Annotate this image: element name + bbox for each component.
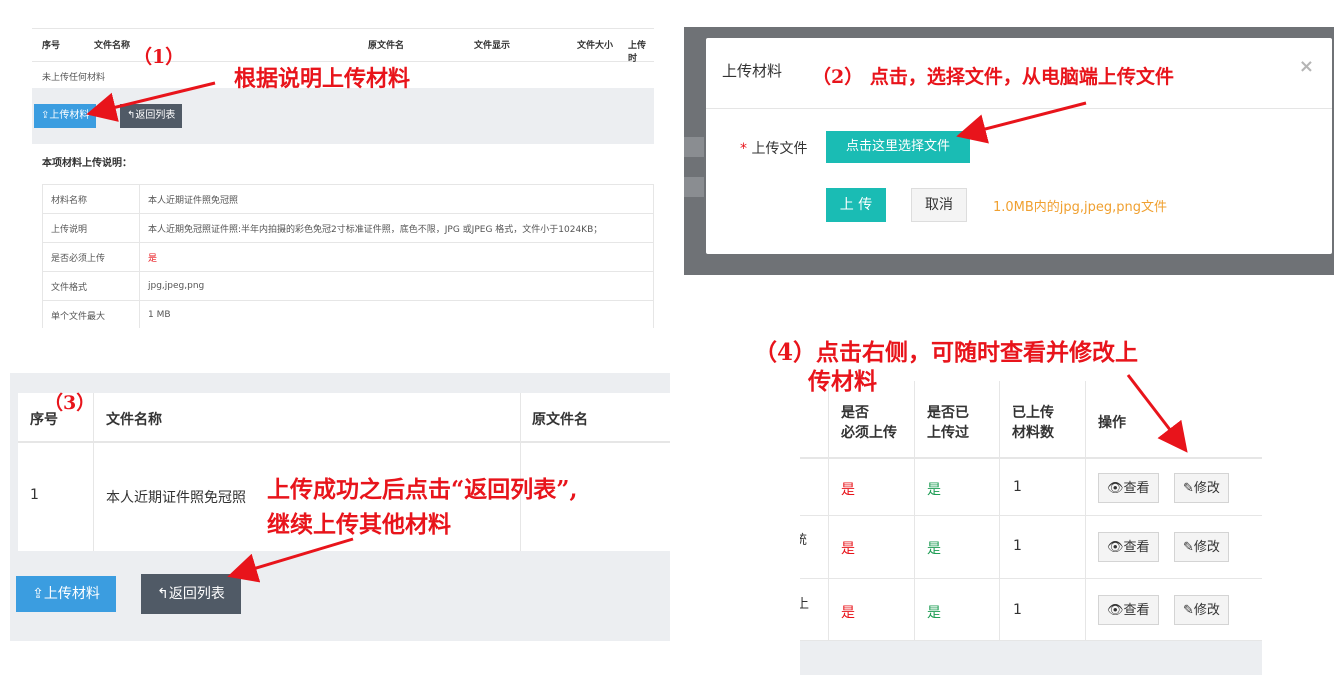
annotation-arrows [86,81,1188,583]
step3-arrow [227,537,354,583]
step4-arrow [1126,374,1188,453]
step2-arrow [956,101,1087,144]
step1-arrow [86,81,216,122]
